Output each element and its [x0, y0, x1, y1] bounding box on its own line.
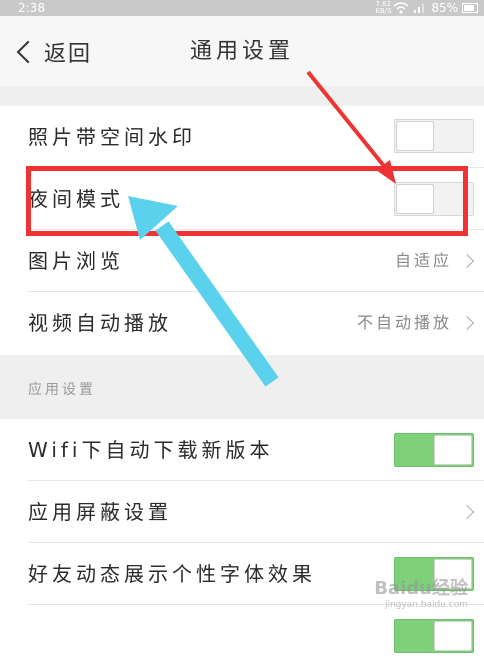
- battery-icon: [462, 3, 478, 13]
- setting-label: 夜间模式: [28, 187, 124, 211]
- watermark-subtext: jingyan.baidu.com: [384, 600, 468, 610]
- signal-icon: [414, 4, 425, 13]
- toggle-knob: [434, 435, 472, 465]
- wifi-auto-download-toggle[interactable]: [394, 433, 474, 467]
- setting-row-video-autoplay[interactable]: 视频自动播放 不自动播放: [0, 292, 484, 354]
- setting-label: 好友动态展示个性字体效果: [28, 562, 316, 586]
- photo-watermark-toggle[interactable]: [394, 119, 474, 153]
- setting-label: 图片浏览: [28, 249, 124, 273]
- watermark-text: Baidu经验: [374, 578, 468, 599]
- setting-row-image-browse[interactable]: 图片浏览 自适应: [0, 230, 484, 292]
- setting-row-app-block[interactable]: 应用屏蔽设置: [0, 481, 484, 543]
- network-speed: 7.62 KB/S: [375, 0, 392, 15]
- status-time: 2:38: [18, 1, 45, 15]
- setting-row-photo-watermark[interactable]: 照片带空间水印: [0, 106, 484, 168]
- setting-label: 照片带空间水印: [28, 125, 196, 149]
- toggle-knob: [396, 184, 434, 214]
- section-gap: [0, 86, 484, 106]
- toggle-knob: [434, 621, 472, 651]
- status-icons: 7.62 KB/S 85%: [375, 0, 478, 16]
- wifi-icon: [393, 2, 409, 14]
- battery-percent: 85%: [431, 1, 458, 15]
- setting-row-partial[interactable]: [0, 605, 484, 667]
- night-mode-toggle[interactable]: [394, 182, 474, 216]
- setting-label: Wifi下自动下载新版本: [28, 438, 274, 462]
- setting-row-night-mode[interactable]: 夜间模式: [0, 168, 484, 230]
- toggle-knob: [396, 121, 434, 151]
- section-title: 应用设置: [28, 382, 96, 398]
- page-title: 通用设置: [189, 39, 294, 64]
- partial-toggle[interactable]: [394, 619, 474, 653]
- navigation-bar: 返回 通用设置: [0, 16, 484, 87]
- chevron-right-icon: [459, 315, 475, 331]
- setting-value: 自适应: [394, 251, 452, 270]
- setting-row-wifi-auto-download[interactable]: Wifi下自动下载新版本: [0, 419, 484, 481]
- setting-label: 应用屏蔽设置: [28, 500, 172, 524]
- chevron-right-icon: [459, 504, 475, 520]
- setting-label: 视频自动播放: [28, 311, 172, 335]
- watermark: Baidu经验 jingyan.baidu.com: [374, 574, 468, 610]
- status-bar: 2:38 7.62 KB/S 85%: [0, 0, 484, 16]
- chevron-right-icon: [459, 253, 475, 269]
- setting-value: 不自动播放: [356, 313, 452, 332]
- section-header: 应用设置: [0, 355, 484, 419]
